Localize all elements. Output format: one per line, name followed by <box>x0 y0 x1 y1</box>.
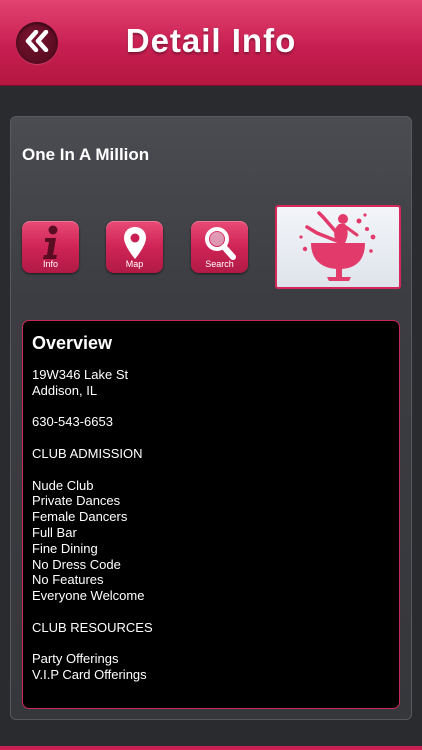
overview-line: Private Dances <box>32 493 121 509</box>
overview-title: Overview <box>32 333 113 353</box>
overview-line <box>32 430 392 446</box>
detail-panel: One In A Million Info Map Search Overvie… <box>10 116 412 720</box>
info-button-label: Info <box>42 259 58 269</box>
overview-text: 19W346 Lake St Addison, IL 630-543-6653 CLU… <box>32 367 392 683</box>
overview-line: No Dress Code <box>32 556 121 572</box>
club-logo <box>275 205 401 289</box>
overview-line: Fine Dining <box>32 540 98 556</box>
map-button[interactable]: Map <box>106 221 163 273</box>
dancer-in-wineglass-logo-icon <box>293 207 383 288</box>
footer-strip <box>0 746 422 750</box>
overview-line: Everyone Welcome <box>32 588 145 604</box>
overview-line <box>32 399 392 415</box>
search-button-label: Search <box>205 259 234 269</box>
overview-line: Nude Club <box>32 477 94 493</box>
overview-line: 19W346 Lake St <box>32 367 129 382</box>
overview-line <box>32 604 392 620</box>
overview-line: Addison, IL <box>32 382 98 398</box>
search-button[interactable]: Search <box>191 221 248 273</box>
overview-line: Party Offerings <box>32 651 119 667</box>
overview-line <box>32 636 392 652</box>
info-button[interactable]: Info <box>22 221 79 273</box>
overview-line: Female Dancers <box>32 509 128 525</box>
page-title: Detail Info <box>125 22 297 59</box>
magnifier-icon <box>191 225 248 261</box>
header-bar: Detail Info <box>0 0 422 86</box>
map-button-label: Map <box>125 259 144 269</box>
overview-line: V.I.P Card Offerings <box>32 667 147 683</box>
overview-line: CLUB RESOURCES <box>32 619 153 635</box>
info-icon <box>22 225 79 261</box>
overview-line: Full Bar <box>32 524 77 540</box>
overview-line <box>32 462 392 478</box>
overview-line: 630-543-6653 <box>32 414 113 430</box>
overview-line: CLUB ADMISSION <box>32 445 143 461</box>
map-pin-icon <box>106 225 163 261</box>
overview-line: No Features <box>32 572 104 588</box>
overview-box: Overview 19W346 Lake St Addison, IL 630-54… <box>22 320 400 709</box>
club-name: One In A Million <box>22 145 150 164</box>
